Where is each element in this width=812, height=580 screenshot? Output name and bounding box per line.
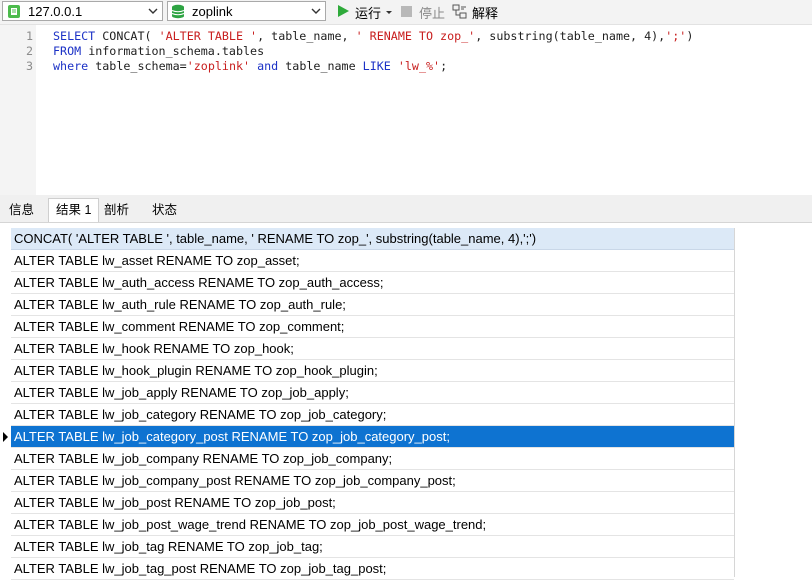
explain-label: 解释 [472, 6, 499, 21]
code-token: ' RENAME TO zop_' [355, 29, 476, 43]
result-column: CONCAT( 'ALTER TABLE ', table_name, ' RE… [11, 228, 734, 580]
code-token: 'ALTER TABLE ' [158, 29, 258, 43]
line-number: 2 [25, 44, 33, 58]
line-number: 1 [25, 29, 33, 43]
connection-icon [6, 4, 22, 22]
database-icon [171, 4, 185, 22]
column-header[interactable]: CONCAT( 'ALTER TABLE ', table_name, ' RE… [11, 228, 734, 250]
code-token: 'lw_%' [397, 59, 441, 73]
table-row[interactable]: ALTER TABLE lw_job_category RENAME TO zo… [11, 404, 734, 426]
tab-profile[interactable]: 剖析 [97, 200, 136, 221]
code-text: FROM information_schema.tables [53, 44, 264, 59]
stop-label: 停止 [419, 6, 446, 21]
result-tabs: 信息 结果 1 剖析 状态 [0, 195, 812, 223]
table-row[interactable]: ALTER TABLE lw_asset RENAME TO zop_asset… [11, 250, 734, 272]
tab-info[interactable]: 信息 [2, 200, 41, 221]
connection-label: 127.0.0.1 [28, 4, 83, 19]
explain-button[interactable]: 解释 [452, 3, 502, 21]
chevron-down-icon [311, 4, 321, 18]
code-token: information_schema.tables [88, 44, 265, 58]
code-token: ) [686, 29, 694, 43]
code-token: LIKE [362, 59, 398, 73]
code-token: ; [440, 59, 448, 73]
code-token: , substring(table_name, 4), [475, 29, 666, 43]
grid-divider [734, 228, 735, 577]
code-token: table_schema= [95, 59, 187, 73]
run-label: 运行 [355, 6, 382, 21]
table-row[interactable]: ALTER TABLE lw_job_company_post RENAME T… [11, 470, 734, 492]
code-token: , table_name, [257, 29, 356, 43]
table-row[interactable]: ALTER TABLE lw_hook RENAME TO zop_hook; [11, 338, 734, 360]
tab-result-1[interactable]: 结果 1 [48, 198, 100, 222]
table-row[interactable]: ALTER TABLE lw_job_company RENAME TO zop… [11, 448, 734, 470]
table-row[interactable]: ALTER TABLE lw_job_post RENAME TO zop_jo… [11, 492, 734, 514]
connection-select[interactable]: 127.0.0.1 [2, 1, 163, 21]
table-row[interactable]: ALTER TABLE lw_job_post_wage_trend RENAM… [11, 514, 734, 536]
code-token: and [257, 59, 286, 73]
line-number: 3 [25, 59, 33, 73]
code-token: ';' [665, 29, 687, 43]
table-row[interactable]: ALTER TABLE lw_job_apply RENAME TO zop_j… [11, 382, 734, 404]
table-row[interactable]: ALTER TABLE lw_job_category_post RENAME … [11, 426, 734, 448]
code-token: CONCAT( [102, 29, 159, 43]
table-row[interactable]: ALTER TABLE lw_comment RENAME TO zop_com… [11, 316, 734, 338]
code-token: table_name [285, 59, 363, 73]
chevron-down-icon [148, 4, 158, 18]
current-row-indicator-icon [0, 426, 11, 448]
code-text: SELECT CONCAT( 'ALTER TABLE ', table_nam… [53, 29, 693, 44]
code-token: SELECT [53, 29, 103, 43]
run-icon [336, 4, 350, 21]
table-row[interactable]: ALTER TABLE lw_auth_rule RENAME TO zop_a… [11, 294, 734, 316]
table-row[interactable]: ALTER TABLE lw_job_tag RENAME TO zop_job… [11, 536, 734, 558]
code-text: where table_schema='zoplink' and table_n… [53, 59, 447, 74]
stop-button[interactable]: 停止 [400, 3, 446, 21]
sql-editor[interactable]: 1 SELECT CONCAT( 'ALTER TABLE ', table_na… [0, 25, 812, 195]
database-select[interactable]: zoplink [167, 1, 326, 21]
database-label: zoplink [192, 4, 233, 19]
code-token: 'zoplink' [186, 59, 251, 73]
stop-icon [400, 4, 414, 21]
code-token: where [53, 59, 96, 73]
chevron-down-icon[interactable] [385, 6, 393, 21]
tab-status[interactable]: 状态 [145, 200, 184, 221]
code-token: FROM [53, 44, 89, 58]
run-button[interactable]: 运行 [336, 3, 394, 21]
table-row[interactable]: ALTER TABLE lw_hook_plugin RENAME TO zop… [11, 360, 734, 382]
table-row[interactable]: ALTER TABLE lw_auth_access RENAME TO zop… [11, 272, 734, 294]
result-grid: CONCAT( 'ALTER TABLE ', table_name, ' RE… [0, 228, 812, 580]
query-toolbar: 127.0.0.1 zoplink 运行 停止 解释 [0, 0, 812, 25]
explain-icon [452, 4, 468, 23]
